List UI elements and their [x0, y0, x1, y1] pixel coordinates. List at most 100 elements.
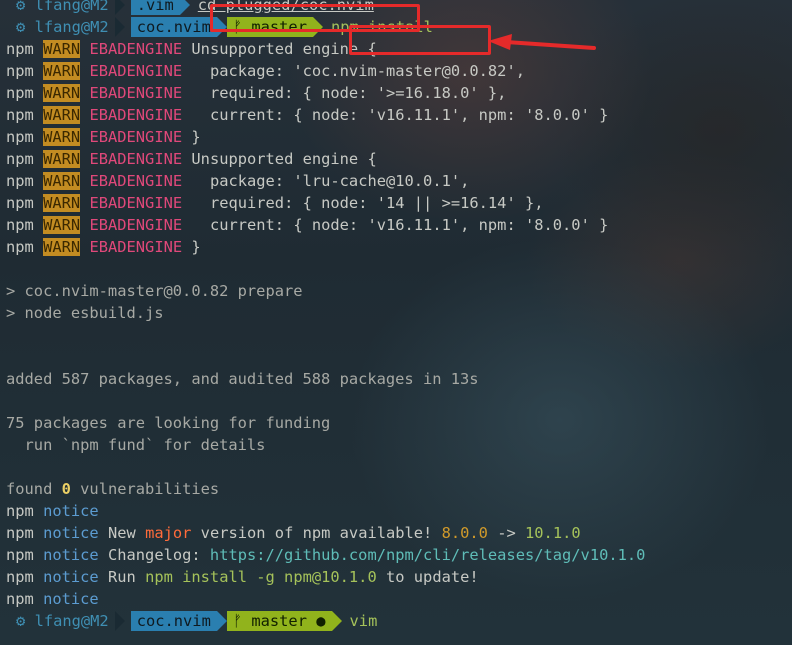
- error-code: EBADENGINE: [89, 150, 183, 168]
- warn-message: current: { node: 'v16.11.1', npm: '8.0.0…: [191, 106, 609, 124]
- error-code: EBADENGINE: [89, 216, 183, 234]
- git-branch-icon: ᚠ: [232, 612, 243, 630]
- error-code: EBADENGINE: [89, 194, 183, 212]
- error-code: EBADENGINE: [89, 40, 183, 58]
- npm-prefix: npm: [6, 216, 34, 234]
- npm-prefix: npm: [6, 84, 34, 102]
- warn-line: npm WARN EBADENGINE required: { node: '>…: [6, 82, 792, 104]
- git-branch-icon: ᚠ: [232, 18, 243, 36]
- prompt-user-segment: ⚙ lfang@M2: [6, 17, 115, 37]
- npm-prefix: npm: [6, 524, 34, 542]
- notice-line: npm notice New major version of npm avai…: [6, 522, 792, 544]
- npm-prefix: npm: [6, 150, 34, 168]
- warn-line: npm WARN EBADENGINE }: [6, 236, 792, 258]
- error-code: EBADENGINE: [89, 238, 183, 256]
- added-packages-line: added 587 packages, and audited 588 pack…: [6, 370, 479, 388]
- segment-separator: [216, 611, 227, 631]
- npm-prefix: npm: [6, 502, 34, 520]
- prompt-user: lfang@M2: [34, 612, 109, 630]
- notice-line: npm notice Run npm install -g npm@10.1.0…: [6, 566, 792, 588]
- prompt-user-segment: ⚙ lfang@M2: [6, 611, 115, 631]
- warn-message: package: 'coc.nvim-master@0.0.82',: [191, 62, 525, 80]
- prompt-user: lfang@M2: [34, 0, 109, 14]
- npm-prefix: npm: [6, 128, 34, 146]
- new-version: 10.1.0: [525, 524, 581, 542]
- notice-label: notice: [43, 502, 99, 520]
- npm-prefix: npm: [6, 106, 34, 124]
- warn-message: required: { node: '>=16.18.0' },: [191, 84, 507, 102]
- warn-badge: WARN: [43, 106, 81, 124]
- error-code: EBADENGINE: [89, 106, 183, 124]
- warn-badge: WARN: [43, 172, 81, 190]
- prompt-branch: master: [251, 18, 307, 36]
- warn-badge: WARN: [43, 84, 81, 102]
- warn-badge: WARN: [43, 238, 81, 256]
- npm-prefix: npm: [6, 172, 34, 190]
- warn-line: npm WARN EBADENGINE package: 'lru-cache@…: [6, 170, 792, 192]
- prompt-dir: .vim: [136, 0, 174, 14]
- error-code: EBADENGINE: [89, 172, 183, 190]
- segment-separator: [114, 611, 125, 631]
- notice-line: npm notice Changelog: https://github.com…: [6, 544, 792, 566]
- funding-line: 75 packages are looking for funding: [6, 414, 331, 432]
- npm-prefix: npm: [6, 194, 34, 212]
- segment-separator: [216, 17, 227, 37]
- terminal-output[interactable]: ⚙ lfang@M2 .vim cd plugged/coc.nvim ⚙ lf…: [6, 0, 792, 632]
- gear-icon: ⚙: [16, 0, 26, 14]
- notice-label: notice: [43, 524, 99, 542]
- error-code: EBADENGINE: [89, 84, 183, 102]
- warn-message: }: [191, 238, 201, 256]
- prepare-line: > node esbuild.js: [6, 304, 164, 322]
- notice-label: notice: [43, 546, 99, 564]
- command-text[interactable]: vim: [342, 610, 378, 632]
- gear-icon: ⚙: [16, 18, 26, 36]
- warn-message: Unsupported engine {: [191, 150, 377, 168]
- prompt-branch-segment: ᚠ master: [226, 17, 313, 37]
- command-text: npm install: [330, 18, 433, 36]
- version-arrow: ->: [487, 524, 526, 542]
- warn-line: npm WARN EBADENGINE current: { node: 'v1…: [6, 214, 792, 236]
- prompt-user-segment: ⚙ lfang@M2: [6, 0, 115, 15]
- segment-separator: [114, 17, 125, 37]
- notice-label: notice: [43, 568, 99, 586]
- warn-line: npm WARN EBADENGINE Unsupported engine {: [6, 148, 792, 170]
- warn-message: required: { node: '14 || >=16.14' },: [191, 194, 544, 212]
- warn-message: Unsupported engine {: [191, 40, 377, 58]
- prompt-line-top: ⚙ lfang@M2 .vim cd plugged/coc.nvim: [6, 0, 792, 16]
- dirty-indicator: ●: [316, 612, 326, 630]
- notice-text: version of npm available!: [191, 524, 442, 542]
- error-code: EBADENGINE: [89, 62, 183, 80]
- segment-separator: [331, 611, 342, 631]
- notice-text: Changelog:: [107, 546, 210, 564]
- prompt-dir: coc.nvim: [136, 18, 211, 36]
- changelog-link[interactable]: https://github.com/npm/cli/releases/tag/…: [210, 546, 646, 564]
- segment-separator: [114, 0, 125, 15]
- warn-badge: WARN: [43, 128, 81, 146]
- vulnerability-count: 0: [61, 480, 71, 498]
- notice-text: New: [107, 524, 146, 542]
- warn-line: npm WARN EBADENGINE Unsupported engine {: [6, 38, 792, 60]
- warn-message: }: [191, 128, 201, 146]
- prompt-dir: coc.nvim: [136, 612, 211, 630]
- npm-prefix: npm: [6, 62, 34, 80]
- error-code: EBADENGINE: [89, 128, 183, 146]
- notice-text: Run: [107, 568, 146, 586]
- warn-message: current: { node: 'v16.11.1', npm: '8.0.0…: [191, 216, 609, 234]
- warn-badge: WARN: [43, 216, 81, 234]
- warn-badge: WARN: [43, 150, 81, 168]
- prompt-branch-segment: ᚠ master ●: [226, 611, 332, 631]
- notice-line: npm notice: [6, 588, 792, 610]
- current-version: 8.0.0: [441, 524, 488, 542]
- warn-badge: WARN: [43, 62, 81, 80]
- warn-line: npm WARN EBADENGINE }: [6, 126, 792, 148]
- segment-separator: [312, 17, 323, 37]
- prepare-line: > coc.nvim-master@0.0.82 prepare: [6, 282, 303, 300]
- found-suffix: vulnerabilities: [70, 480, 220, 498]
- prompt-line-bottom[interactable]: ⚙ lfang@M2 coc.nvim ᚠ master ● vim: [6, 610, 792, 632]
- warn-line: npm WARN EBADENGINE package: 'coc.nvim-m…: [6, 60, 792, 82]
- npm-prefix: npm: [6, 238, 34, 256]
